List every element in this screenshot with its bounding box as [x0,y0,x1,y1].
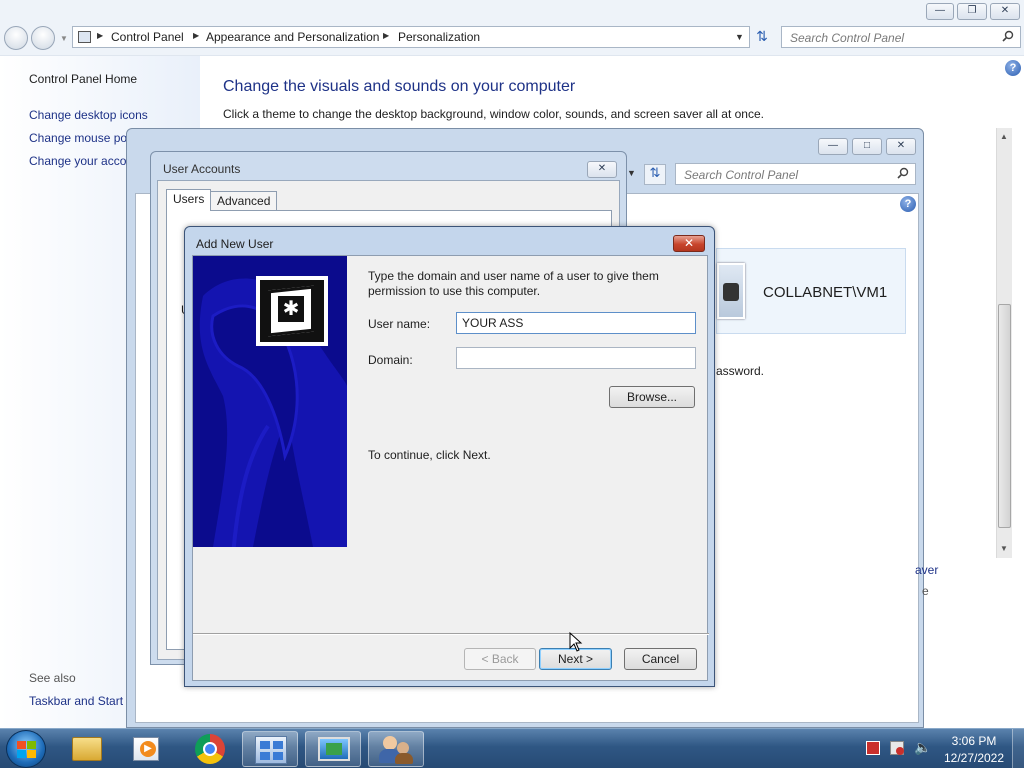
volume-icon[interactable]: 🔈 [914,739,931,756]
user-key-icon: ✱ [256,276,328,346]
nav-change-desktop-icons[interactable]: Change desktop icons [29,108,148,122]
network-warning-icon[interactable] [866,741,880,755]
tab-users[interactable]: Users [166,189,212,211]
domain-field[interactable] [456,347,696,369]
domain-label: Domain: [368,353,413,367]
page-heading: Change the visuals and sounds on your co… [223,78,576,95]
recent-pages-icon[interactable]: ▼ [60,34,68,43]
user-name-value: YOUR ASS [462,316,524,330]
account-card: COLLABNET\VM1 [716,248,906,334]
address-bar[interactable]: ▶ Control Panel ▶ Appearance and Persona… [72,26,750,48]
breadcrumb-control-panel[interactable]: Control Panel [111,30,184,44]
refresh-icon[interactable]: ⇅ [644,164,666,185]
scroll-up-arrow-icon[interactable]: ▲ [1000,132,1008,141]
back-button[interactable] [4,26,28,50]
close-button[interactable]: ✕ [990,3,1020,20]
taskbar-chrome[interactable] [181,731,237,767]
clock-date[interactable]: 12/27/2022 [942,751,1006,765]
folder-icon [72,737,102,761]
search-input[interactable]: Search Control Panel [781,26,1021,48]
nav-taskbar-start-menu[interactable]: Taskbar and Start I [29,694,130,708]
add-new-user-dialog: Add New User ✕ ✱ Type the domain and use… [184,226,715,687]
nav-change-mouse-pointers[interactable]: Change mouse po [29,131,127,145]
search-placeholder: Search Control Panel [684,168,799,182]
dialog-title: User Accounts [163,162,241,176]
breadcrumb-arrow-icon[interactable]: ▶ [97,31,103,40]
address-row: ▼ ▶ Control Panel ▶ Appearance and Perso… [0,22,1024,56]
forward-button[interactable] [31,26,55,50]
close-button[interactable]: ✕ [886,138,916,155]
instruction-text: Type the domain and user name of a user … [368,269,659,298]
screensaver-link-fragment[interactable]: aver [915,563,938,577]
tab-advanced[interactable]: Advanced [210,191,278,211]
scroll-down-arrow-icon[interactable]: ▼ [1000,544,1008,553]
dialog-body: ✱ Type the domain and user name of a use… [192,255,709,681]
monitor-icon [318,737,350,761]
show-desktop-button[interactable] [1012,729,1024,769]
taskbar-explorer[interactable] [59,731,115,767]
scrollbar-thumb[interactable] [998,304,1011,528]
breadcrumb-appearance[interactable]: Appearance and Personalization [206,30,379,44]
page-subtitle: Click a theme to change the desktop back… [223,107,764,121]
text-fragment-e: e [922,584,929,598]
help-icon[interactable]: ? [1005,60,1021,76]
vertical-scrollbar[interactable]: ▲ ▼ [996,128,1012,558]
taskbar-user-accounts[interactable] [368,731,424,767]
dialog-title: Add New User [196,237,274,251]
chrome-icon [195,734,225,764]
continue-text: To continue, click Next. [368,448,491,462]
restore-button[interactable]: ❐ [957,3,987,20]
user-name-field[interactable]: YOUR ASS [456,312,696,334]
footer-divider [193,633,709,635]
user-picture [717,263,745,319]
media-player-icon: ▶ [133,737,159,761]
taskbar-media-player[interactable]: ▶ [119,731,175,767]
address-dropdown-icon[interactable]: ▼ [627,168,636,178]
mouse-cursor-icon [569,632,583,652]
cancel-button[interactable]: Cancel [624,648,697,670]
user-name-label: User name: [368,317,431,331]
control-panel-icon [255,736,287,764]
search-input[interactable]: Search Control Panel [675,163,916,185]
nav-control-panel-home[interactable]: Control Panel Home [29,72,137,86]
nav-change-account-picture[interactable]: Change your acco [29,154,126,168]
help-icon[interactable]: ? [900,196,916,212]
search-icon[interactable] [897,167,909,179]
address-dropdown-icon[interactable]: ▼ [735,32,744,42]
clock-time[interactable]: 3:06 PM [942,734,1006,748]
refresh-icon[interactable]: ⇅ [752,28,772,48]
breadcrumb-arrow-icon[interactable]: ▶ [193,31,199,40]
users-icon [383,736,397,750]
control-panel-icon [78,31,91,43]
back-button[interactable]: < Back [464,648,536,670]
taskbar-remote-desktop[interactable] [305,731,361,767]
close-button[interactable]: ✕ [587,161,617,178]
taskbar-control-panel[interactable] [242,731,298,767]
start-button[interactable] [6,730,46,768]
browse-button[interactable]: Browse... [609,386,695,408]
title-bar: — ❐ ✕ [0,0,1024,22]
maximize-button[interactable]: □ [852,138,882,155]
taskbar: ▶ 🔈 3:06 PM 12/27/2022 [0,728,1024,769]
action-center-icon[interactable] [890,741,904,755]
account-name: COLLABNET\VM1 [763,284,888,301]
breadcrumb-personalization[interactable]: Personalization [398,30,480,44]
password-text-fragment: assword. [716,364,765,378]
close-button[interactable]: ✕ [673,235,705,252]
see-also-label: See also [29,671,76,685]
minimize-button[interactable]: — [926,3,954,20]
search-icon[interactable] [1002,30,1014,42]
search-placeholder: Search Control Panel [790,31,905,45]
wizard-banner-image: ✱ [193,256,347,547]
breadcrumb-arrow-icon[interactable]: ▶ [383,31,389,40]
minimize-button[interactable]: — [818,138,848,155]
